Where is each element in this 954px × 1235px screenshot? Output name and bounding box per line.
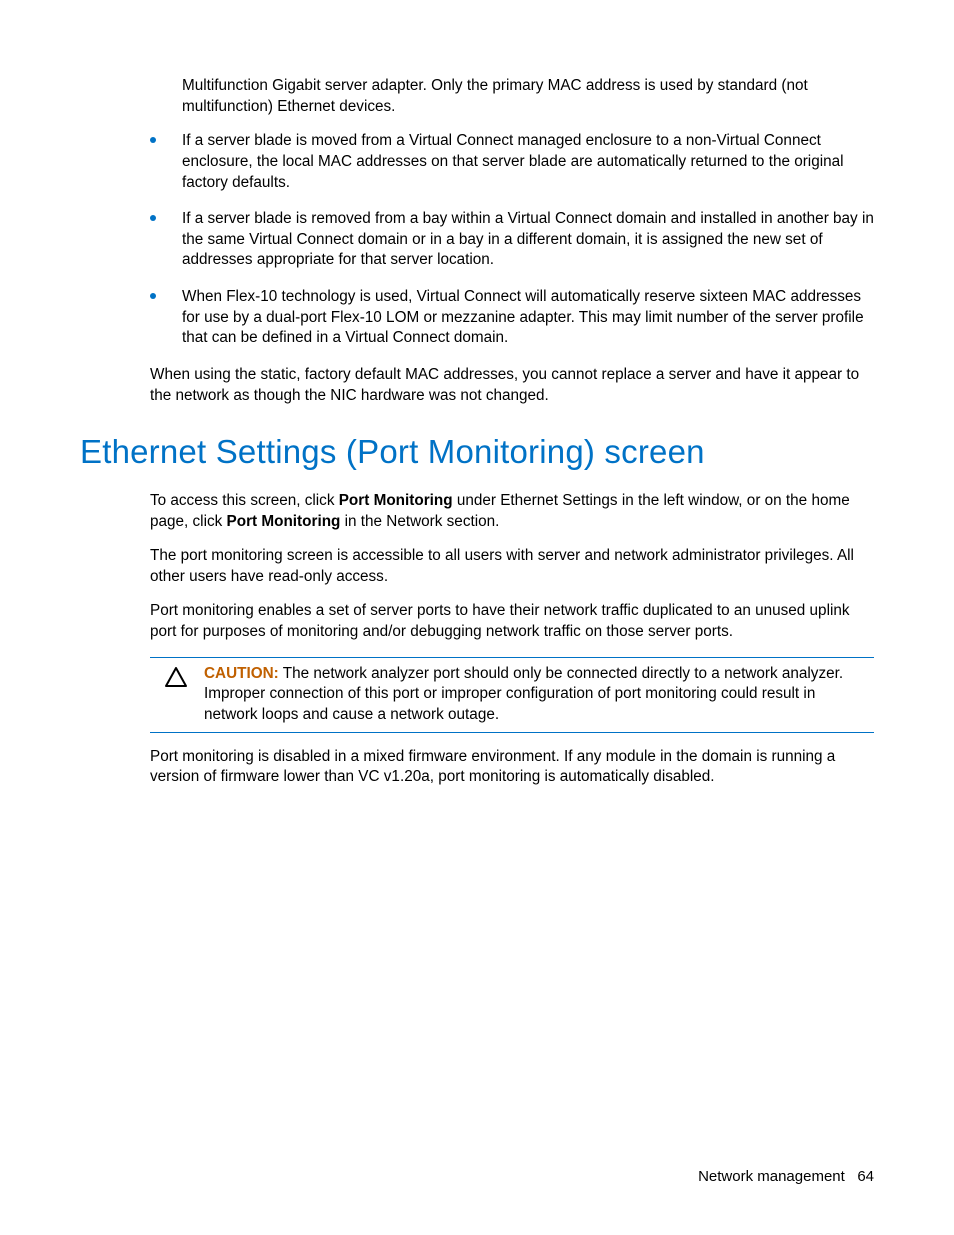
bullet-item: If a server blade is removed from a bay … <box>150 209 874 271</box>
text-run: in the Network section. <box>340 513 499 530</box>
text-run: To access this screen, click <box>150 492 339 509</box>
footer-section: Network management <box>698 1168 845 1185</box>
post-bullets-paragraph: When using the static, factory default M… <box>150 365 874 406</box>
bullet-item: When Flex-10 technology is used, Virtual… <box>150 287 874 349</box>
caution-text: CAUTION: The network analyzer port shoul… <box>204 664 874 726</box>
footer-page-number: 64 <box>857 1168 874 1185</box>
bullet-text: When Flex-10 technology is used, Virtual… <box>182 288 864 346</box>
bold-port-monitoring-1: Port Monitoring <box>339 492 453 509</box>
bullet-icon <box>150 215 156 221</box>
bullet-text: If a server blade is removed from a bay … <box>182 210 874 268</box>
caution-label: CAUTION: <box>204 665 279 682</box>
bullet-item: If a server blade is moved from a Virtua… <box>150 131 874 193</box>
page: Multifunction Gigabit server adapter. On… <box>0 0 954 1235</box>
caution-callout: CAUTION: The network analyzer port shoul… <box>150 657 874 733</box>
access-paragraph: To access this screen, click Port Monito… <box>150 491 874 532</box>
disabled-paragraph: Port monitoring is disabled in a mixed f… <box>150 747 874 788</box>
caution-body: The network analyzer port should only be… <box>204 665 843 723</box>
bold-port-monitoring-2: Port Monitoring <box>227 513 341 530</box>
bullet-icon <box>150 293 156 299</box>
section-heading: Ethernet Settings (Port Monitoring) scre… <box>80 430 874 475</box>
page-footer: Network management 64 <box>698 1167 874 1187</box>
bullet-text: If a server blade is moved from a Virtua… <box>182 132 844 190</box>
bullet-list: If a server blade is moved from a Virtua… <box>80 131 874 349</box>
caution-icon <box>164 666 188 695</box>
continuation-paragraph: Multifunction Gigabit server adapter. On… <box>182 76 874 117</box>
privileges-paragraph: The port monitoring screen is accessible… <box>150 546 874 587</box>
bullet-icon <box>150 137 156 143</box>
enable-paragraph: Port monitoring enables a set of server … <box>150 601 874 642</box>
